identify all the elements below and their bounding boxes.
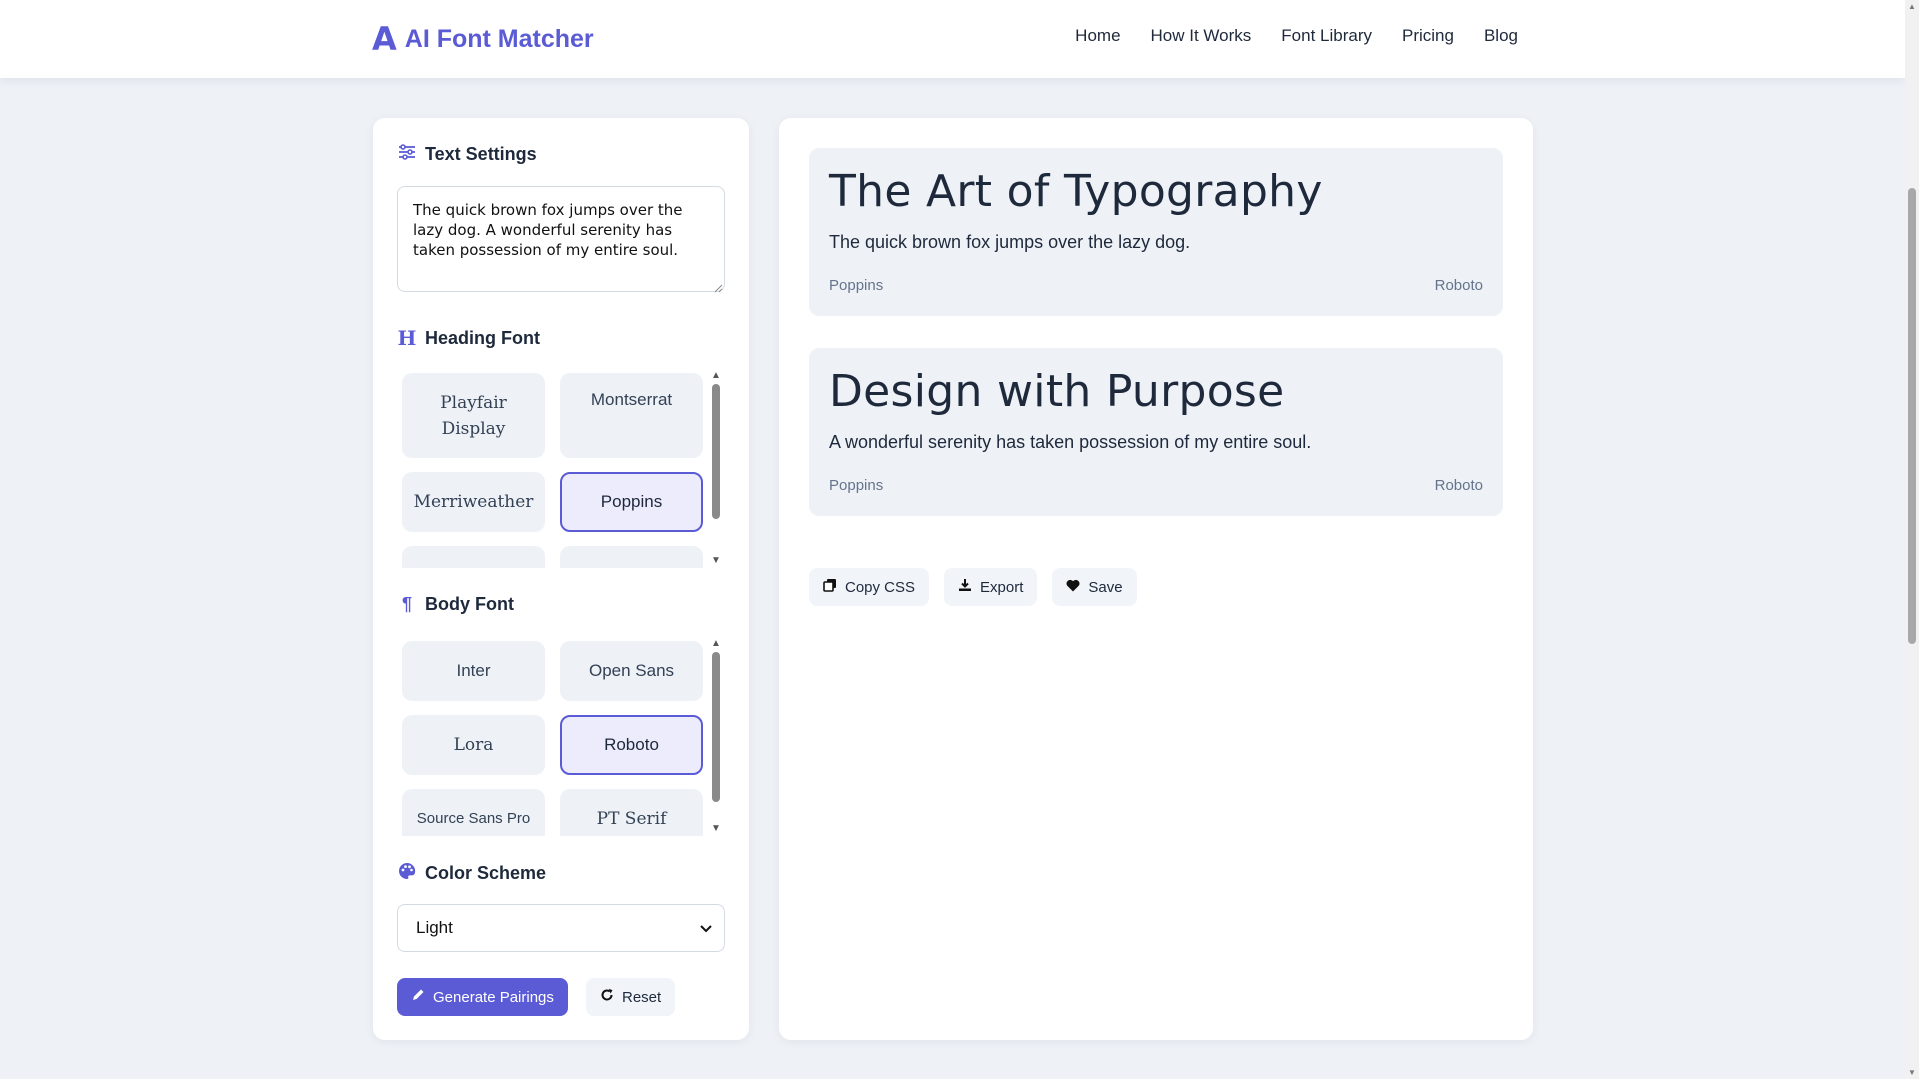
- heading-font-montserrat[interactable]: Montserrat: [560, 373, 703, 458]
- pairing-card[interactable]: Design with Purpose A wonderful serenity…: [809, 348, 1503, 516]
- pairing-body-font: Roboto: [1434, 277, 1483, 294]
- color-scheme-value: Light: [416, 918, 453, 937]
- pairing-body: A wonderful serenity has taken possessio…: [829, 432, 1312, 452]
- copy-css-button[interactable]: Copy CSS: [809, 568, 930, 606]
- body-font-inter[interactable]: Inter: [402, 641, 545, 701]
- body-font-pt-serif[interactable]: PT Serif: [560, 789, 703, 836]
- page-scrollbar[interactable]: ▲ ▼: [1905, 0, 1919, 1079]
- reset-button[interactable]: Reset: [586, 978, 676, 1016]
- settings-panel: Text Settings H Heading Font Playfair Di…: [373, 118, 749, 1040]
- reset-label: Reset: [622, 988, 662, 1006]
- heart-icon: [1066, 579, 1080, 596]
- export-label: Export: [980, 578, 1024, 596]
- download-icon: [958, 578, 972, 596]
- body-font-source-sans-pro[interactable]: Source Sans Pro: [402, 789, 545, 836]
- heading-font-merriweather[interactable]: Merriweather: [402, 472, 545, 532]
- brand-name: AI Font Matcher: [404, 24, 594, 53]
- heading-font-title: H Heading Font: [397, 326, 540, 350]
- pairing-heading-font: Poppins: [829, 277, 884, 294]
- copy-css-label: Copy CSS: [845, 578, 916, 596]
- generate-pairings-label: Generate Pairings: [433, 988, 554, 1006]
- heading-font-more-1[interactable]: [402, 546, 545, 568]
- sample-text-input[interactable]: [397, 186, 725, 292]
- brand-logo[interactable]: A AI Font Matcher: [372, 22, 594, 56]
- heading-icon: H: [397, 326, 417, 350]
- palette-icon: [397, 862, 417, 885]
- preview-panel: The Art of Typography The quick brown fo…: [779, 118, 1533, 1040]
- paragraph-icon: ¶: [401, 594, 412, 614]
- scroll-down-icon[interactable]: ▼: [1908, 1068, 1916, 1077]
- pairing-heading: Design with Purpose: [829, 366, 1285, 417]
- nav-pricing[interactable]: Pricing: [1402, 26, 1454, 46]
- pairing-card[interactable]: The Art of Typography The quick brown fo…: [809, 148, 1503, 316]
- scroll-up-icon[interactable]: ▲: [1908, 2, 1916, 11]
- color-scheme-select[interactable]: Light: [397, 904, 725, 952]
- generate-pairings-button[interactable]: Generate Pairings: [397, 978, 568, 1016]
- heading-font-scrollbar[interactable]: ▲ ▼: [711, 370, 721, 566]
- pairing-heading: The Art of Typography: [829, 166, 1323, 217]
- chevron-down-icon: [700, 918, 712, 938]
- preview-actions: Copy CSS Export Save: [809, 568, 1137, 606]
- body-font-label: Body Font: [425, 594, 514, 614]
- save-button[interactable]: Save: [1052, 568, 1137, 606]
- text-settings-title: Text Settings: [397, 144, 537, 165]
- heading-font-playfair-display[interactable]: Playfair Display: [402, 373, 545, 458]
- copy-icon: [823, 578, 837, 596]
- pairing-body-font: Roboto: [1434, 477, 1483, 494]
- body-font-title: ¶ Body Font: [397, 594, 514, 615]
- pairing-heading-font: Poppins: [829, 477, 884, 494]
- scroll-thumb[interactable]: [1908, 188, 1916, 644]
- top-navbar: A AI Font Matcher Home How It Works Font…: [0, 0, 1905, 78]
- nav-font-library[interactable]: Font Library: [1281, 26, 1372, 46]
- sliders-icon: [397, 144, 417, 165]
- export-button[interactable]: Export: [944, 568, 1038, 606]
- nav-how-it-works[interactable]: How It Works: [1151, 26, 1252, 46]
- heading-font-poppins[interactable]: Poppins: [560, 472, 703, 532]
- nav-home[interactable]: Home: [1075, 26, 1120, 46]
- nav-blog[interactable]: Blog: [1484, 26, 1518, 46]
- body-font-open-sans[interactable]: Open Sans: [560, 641, 703, 701]
- body-font-roboto[interactable]: Roboto: [560, 715, 703, 775]
- heading-font-label: Heading Font: [425, 327, 540, 348]
- color-scheme-label: Color Scheme: [425, 863, 547, 883]
- pencil-icon: [411, 988, 425, 1006]
- color-scheme-title: Color Scheme: [397, 862, 546, 885]
- main-nav: Home How It Works Font Library Pricing B…: [1075, 26, 1518, 46]
- save-label: Save: [1088, 578, 1123, 596]
- heading-font-more-2[interactable]: [560, 546, 703, 568]
- body-font-list[interactable]: Inter Open Sans Lora Roboto Source Sans …: [397, 636, 733, 836]
- text-settings-label: Text Settings: [425, 144, 537, 164]
- refresh-icon: [600, 988, 614, 1006]
- heading-font-list[interactable]: Playfair Display Montserrat Merriweather…: [397, 368, 733, 568]
- body-font-scrollbar[interactable]: ▲ ▼: [711, 638, 721, 834]
- pairing-body: The quick brown fox jumps over the lazy …: [829, 232, 1191, 252]
- body-font-lora[interactable]: Lora: [402, 715, 545, 775]
- resize-handle[interactable]: [713, 280, 723, 293]
- logo-a-icon: A: [372, 20, 397, 58]
